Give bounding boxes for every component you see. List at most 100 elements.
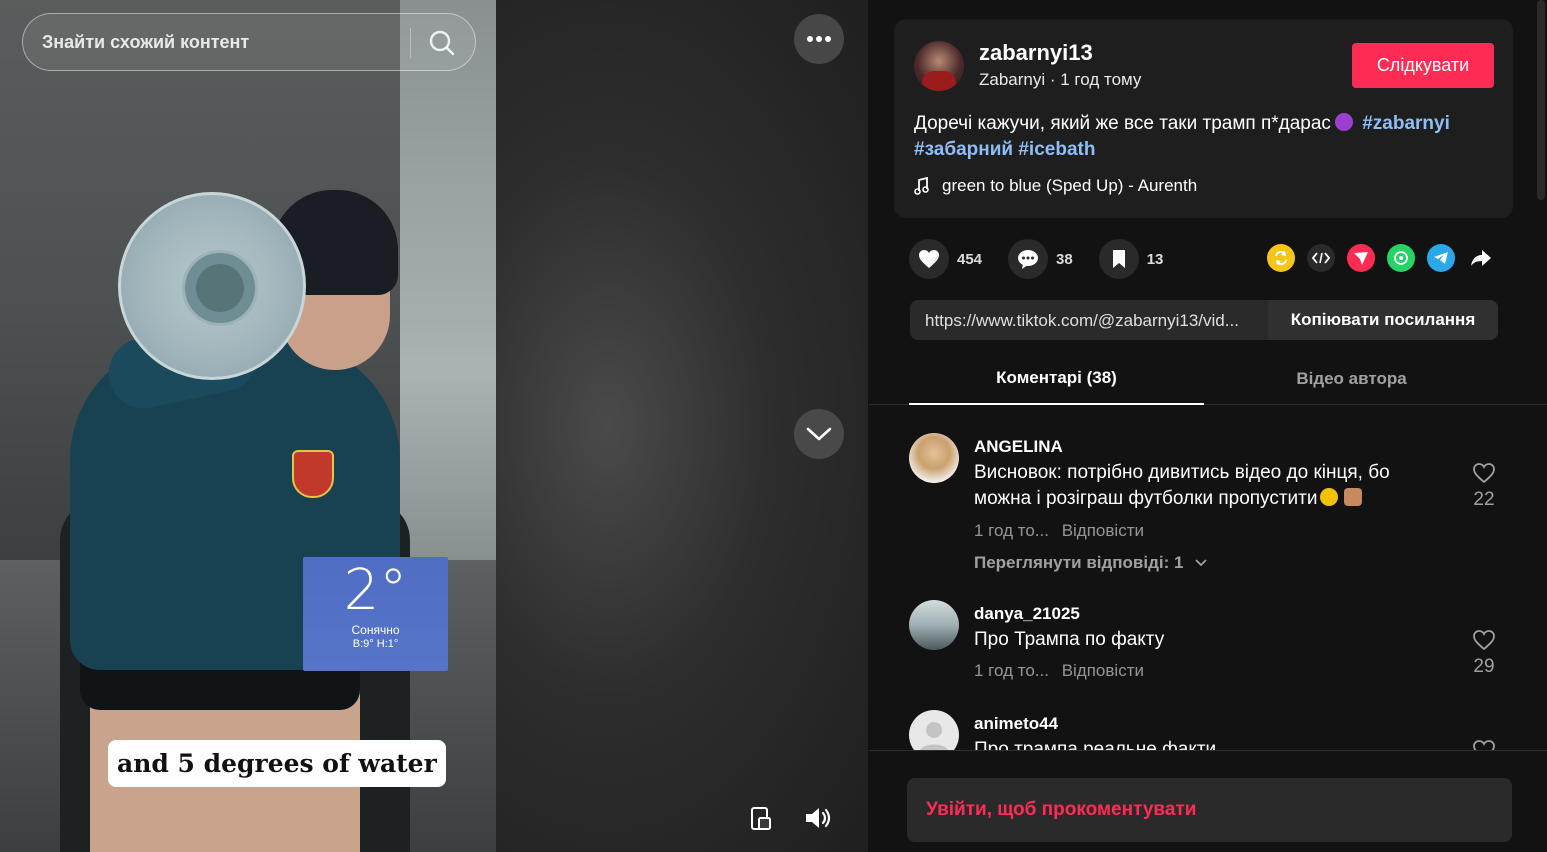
avatar-shirt bbox=[922, 71, 956, 91]
video-player[interactable]: 2° Сонячно В:9° Н:1° and 5 degrees of wa… bbox=[0, 0, 868, 852]
comment-like[interactable] bbox=[1469, 739, 1499, 750]
chevron-down-icon bbox=[806, 427, 832, 441]
commenter-avatar[interactable] bbox=[909, 710, 959, 750]
volume-icon bbox=[806, 808, 831, 828]
author-avatar[interactable] bbox=[914, 41, 964, 91]
hashtag-zabarnyi[interactable]: #zabarnyi bbox=[1362, 113, 1450, 134]
follow-button[interactable]: Слідкувати bbox=[1352, 43, 1494, 88]
weather-range: В:9° Н:1° bbox=[352, 638, 399, 650]
music-title[interactable]: green to blue (Sped Up) - Aurenth bbox=[942, 176, 1197, 196]
save-action[interactable]: 13 bbox=[1098, 239, 1164, 279]
mini-player-button[interactable] bbox=[746, 804, 776, 834]
commenter-avatar[interactable] bbox=[909, 600, 959, 650]
video-caption: and 5 degrees of water bbox=[108, 740, 446, 787]
login-to-comment-button[interactable]: Увійти, щоб прокоментувати bbox=[907, 778, 1512, 842]
video-description: Доречі кажучи, який же все таки трамп п*… bbox=[914, 111, 1499, 163]
thermometer-display bbox=[196, 264, 244, 312]
save-count: 13 bbox=[1146, 250, 1164, 268]
comment-meta: 1 год то... Відповісти bbox=[974, 521, 1152, 541]
tab-creator-videos[interactable]: Відео автора bbox=[1204, 352, 1499, 405]
view-replies-button[interactable]: Переглянути відповіді: 1 bbox=[974, 553, 1208, 573]
bookmark-icon[interactable] bbox=[1098, 239, 1139, 279]
similar-content-search[interactable]: Знайти схожий контент bbox=[22, 13, 476, 71]
comment-like[interactable]: 29 bbox=[1469, 629, 1499, 678]
details-panel: zabarnyi13 Zabarnyi · 1 год тому Слідкув… bbox=[869, 0, 1547, 852]
mini-player-icon bbox=[751, 807, 771, 830]
like-action[interactable]: 454 bbox=[909, 239, 982, 279]
heart-outline-icon bbox=[1473, 463, 1495, 484]
comment-like-count: 29 bbox=[1473, 656, 1495, 677]
description-text: Доречі кажучи, який же все таки трамп п*… bbox=[914, 113, 1331, 134]
background-window bbox=[400, 0, 496, 620]
heart-outline-icon bbox=[1473, 630, 1495, 651]
music-link[interactable]: green to blue (Sped Up) - Aurenth bbox=[914, 176, 1197, 196]
devil-emoji-icon bbox=[1334, 113, 1353, 131]
comment-login-bar: Увійти, щоб прокоментувати bbox=[869, 750, 1547, 852]
comment-meta: 1 год то... Відповісти bbox=[974, 661, 1152, 681]
hashtag-icebath[interactable]: #icebath bbox=[1018, 139, 1095, 160]
comment-time: 1 год то... bbox=[974, 661, 1049, 680]
grin-emoji-icon bbox=[1320, 488, 1339, 506]
comment-count: 38 bbox=[1056, 250, 1073, 268]
reply-button[interactable]: Відповісти bbox=[1062, 661, 1144, 680]
whatsapp-icon[interactable] bbox=[1387, 244, 1415, 272]
commenter-avatar[interactable] bbox=[909, 433, 959, 483]
comment-text: Висновок: потрібно дивитись відео до кін… bbox=[974, 460, 1434, 512]
music-note-icon bbox=[914, 177, 929, 195]
page-scrollbar[interactable] bbox=[1537, 0, 1545, 200]
telegram-icon[interactable] bbox=[1427, 244, 1455, 272]
commenter-username[interactable]: ANGELINA bbox=[974, 437, 1063, 457]
next-video-button[interactable] bbox=[794, 409, 844, 459]
copy-link-button[interactable]: Копіювати посилання bbox=[1268, 300, 1498, 340]
volume-button[interactable] bbox=[803, 803, 833, 833]
share-link-box: https://www.tiktok.com/@zabarnyi13/vid..… bbox=[910, 300, 1498, 340]
search-icon[interactable] bbox=[425, 26, 459, 60]
more-dots-icon bbox=[807, 36, 831, 42]
video-info-card: zabarnyi13 Zabarnyi · 1 год тому Слідкув… bbox=[894, 19, 1513, 218]
comment-like[interactable]: 22 bbox=[1469, 462, 1499, 511]
comment-time: 1 год то... bbox=[974, 521, 1049, 540]
comment-text: Про Трампа по факту bbox=[974, 629, 1165, 650]
handshake-emoji-icon bbox=[1344, 488, 1363, 506]
comment-text: Про трампа реальне факти bbox=[974, 739, 1217, 750]
panel-tabs: Коментарі (38) Відео автора bbox=[869, 352, 1547, 405]
default-avatar-icon bbox=[920, 722, 948, 750]
tiktok-video-page: 2° Сонячно В:9° Н:1° and 5 degrees of wa… bbox=[0, 0, 1547, 852]
comment-text-line-2: можна і розіграш футболки пропустити bbox=[974, 488, 1318, 509]
repost-icon[interactable] bbox=[1267, 244, 1295, 272]
hashtag-zabarnyi-ua[interactable]: #забарний bbox=[914, 139, 1013, 160]
tab-comments[interactable]: Коментарі (38) bbox=[909, 352, 1204, 405]
chevron-down-icon bbox=[1195, 559, 1207, 567]
heart-outline-icon bbox=[1473, 740, 1495, 750]
weather-condition: Сонячно bbox=[351, 623, 400, 637]
weather-sticker: 2° Сонячно В:9° Н:1° bbox=[303, 557, 448, 671]
club-crest bbox=[292, 450, 334, 498]
share-options bbox=[1267, 244, 1495, 272]
comment-action[interactable]: 38 bbox=[1008, 239, 1073, 279]
comment-like-count: 22 bbox=[1473, 489, 1495, 510]
commenter-username[interactable]: animeto44 bbox=[974, 714, 1058, 734]
author-subline: Zabarnyi · 1 год тому bbox=[979, 70, 1142, 89]
video-frame[interactable]: 2° Сонячно В:9° Н:1° and 5 degrees of wa… bbox=[0, 0, 496, 852]
like-count: 454 bbox=[957, 250, 983, 268]
weather-temperature: 2° bbox=[343, 558, 408, 623]
comment-item: ANGELINA Висновок: потрібно дивитись від… bbox=[909, 433, 1519, 583]
comment-item: animeto44 Про трампа реальне факти bbox=[909, 710, 1519, 750]
comment-icon[interactable] bbox=[1008, 239, 1049, 279]
reply-button[interactable]: Відповісти bbox=[1062, 521, 1144, 540]
commenter-username[interactable]: danya_21025 bbox=[974, 604, 1080, 624]
search-placeholder[interactable]: Знайти схожий контент bbox=[42, 32, 249, 53]
view-replies-label[interactable]: Переглянути відповіді: 1 bbox=[974, 553, 1183, 572]
comment-item: danya_21025 Про Трампа по факту 1 год то… bbox=[909, 600, 1519, 690]
engagement-actions: 454 38 13 bbox=[909, 239, 1189, 279]
more-options-button[interactable] bbox=[794, 14, 844, 64]
heart-icon[interactable] bbox=[909, 239, 949, 279]
share-arrow-icon[interactable] bbox=[1467, 244, 1495, 272]
comment-list: ANGELINA Висновок: потрібно дивитись від… bbox=[869, 406, 1547, 750]
embed-code-icon[interactable] bbox=[1307, 244, 1335, 272]
video-url[interactable]: https://www.tiktok.com/@zabarnyi13/vid..… bbox=[925, 311, 1270, 331]
send-to-friends-icon[interactable] bbox=[1347, 244, 1375, 272]
search-divider bbox=[410, 28, 411, 58]
author-username[interactable]: zabarnyi13 bbox=[979, 40, 1093, 66]
comment-text-line-1: Висновок: потрібно дивитись відео до кін… bbox=[974, 462, 1390, 483]
